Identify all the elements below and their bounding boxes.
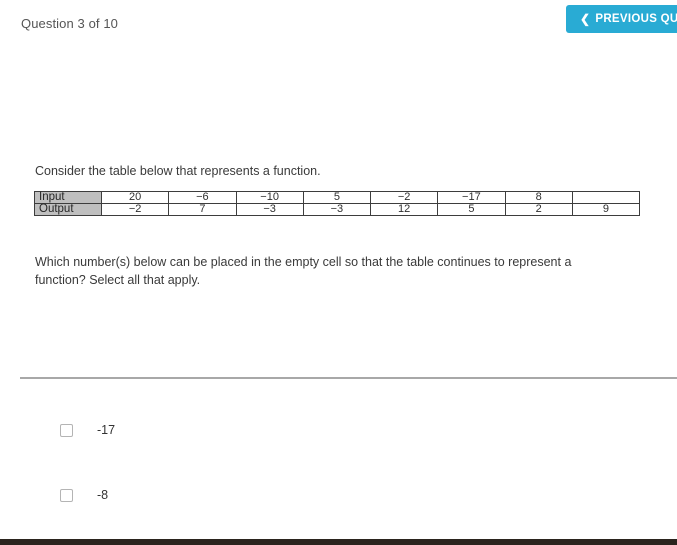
answer-option-0[interactable]: -17: [60, 423, 115, 437]
question-prompt-text: Which number(s) below can be placed in t…: [35, 255, 572, 287]
table-cell-output-0: −2: [100, 203, 170, 216]
prompt-intro-text: Consider the table below that represents…: [35, 164, 321, 178]
table-row: Input 20 −6 −10 5 −2 −17 8: [34, 191, 641, 204]
table-cell-output-5: 5: [437, 203, 506, 216]
bottom-bar: [0, 539, 677, 545]
table-cell-input-6: 8: [504, 191, 573, 204]
table-cell-output-2: −3: [235, 203, 304, 216]
table-cell-input-4: −2: [369, 191, 439, 204]
answer-option-1[interactable]: -8: [60, 488, 108, 502]
answer-option-label: -17: [97, 423, 116, 437]
table-cell-input-3: 5: [302, 191, 372, 204]
question-counter: Question 3 of 10: [21, 16, 118, 31]
table-cell-output-4: 12: [369, 203, 439, 216]
previous-question-label: PREVIOUS QUESTION: [595, 13, 677, 25]
table-cell-input-1: −6: [168, 191, 237, 204]
table-row-header-output: Output: [34, 203, 102, 216]
chevron-left-icon: ❮: [580, 12, 591, 26]
table-cell-output-6: 2: [504, 203, 573, 216]
table-cell-input-5: −17: [437, 191, 506, 204]
answer-option-label: -8: [97, 488, 109, 502]
table-cell-output-7: 9: [571, 203, 641, 216]
table-row-header-input: Input: [34, 191, 102, 204]
checkbox-icon[interactable]: [60, 423, 73, 437]
table-cell-input-0: 20: [100, 191, 170, 204]
checkbox-icon[interactable]: [60, 488, 73, 502]
section-divider: [20, 377, 677, 379]
table-row: Output −2 7 −3 −3 12 5 2 9: [34, 203, 641, 216]
table-cell-input-2: −10: [235, 191, 304, 204]
function-table: Input 20 −6 −10 5 −2 −17 8 Output −2 7 −…: [34, 191, 641, 216]
table-cell-input-empty: [571, 191, 641, 204]
table-cell-output-1: 7: [168, 203, 237, 216]
previous-question-button[interactable]: ❮ PREVIOUS QUESTION: [566, 5, 677, 33]
table-cell-output-3: −3: [302, 203, 372, 216]
